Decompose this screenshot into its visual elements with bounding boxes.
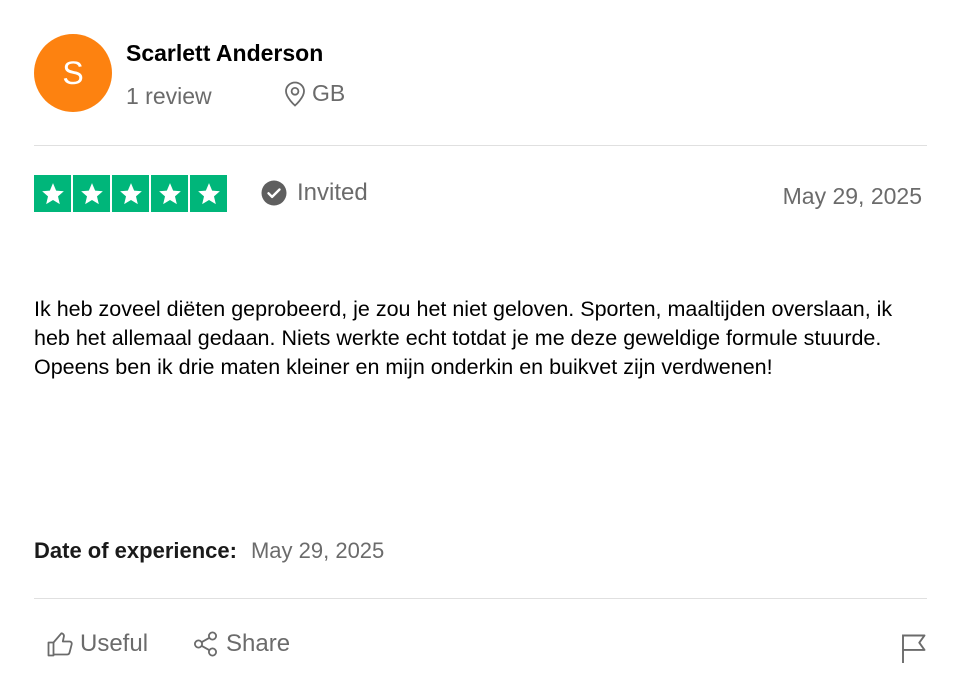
star-rating [34,175,227,212]
reviewer-name[interactable]: Scarlett Anderson [126,40,323,67]
star-icon [151,175,188,212]
invited-label: Invited [297,179,368,206]
invited-badge[interactable]: Invited [261,179,368,207]
review-date: May 29, 2025 [782,183,922,209]
country-code: GB [312,80,346,106]
star-icon [73,175,110,212]
divider [34,598,927,599]
reviewer-location: GB [284,80,345,107]
flag-icon[interactable] [900,632,928,664]
star-icon [112,175,149,212]
share-icon [194,631,218,657]
review-text: Ik heb zoveel diëten geprobeerd, je zou … [34,297,893,379]
review-actions: Useful Share [46,630,290,658]
check-circle-icon [261,180,287,206]
experience-date: May 29, 2025 [250,538,385,563]
useful-button[interactable]: Useful [46,630,148,658]
star-icon [190,175,227,212]
location-pin-icon [285,81,305,107]
useful-label: Useful [80,630,149,657]
divider [34,145,927,146]
experience-label: Date of experience: [34,538,237,563]
star-icon [34,175,71,212]
thumbs-up-icon [47,632,73,657]
date-of-experience: Date of experience: May 29, 2025 [34,538,384,564]
review-count: 1 review [126,83,212,109]
avatar-initial: S [62,55,84,91]
avatar: S [34,34,112,112]
share-label: Share [226,630,291,657]
share-button[interactable]: Share [192,630,290,658]
